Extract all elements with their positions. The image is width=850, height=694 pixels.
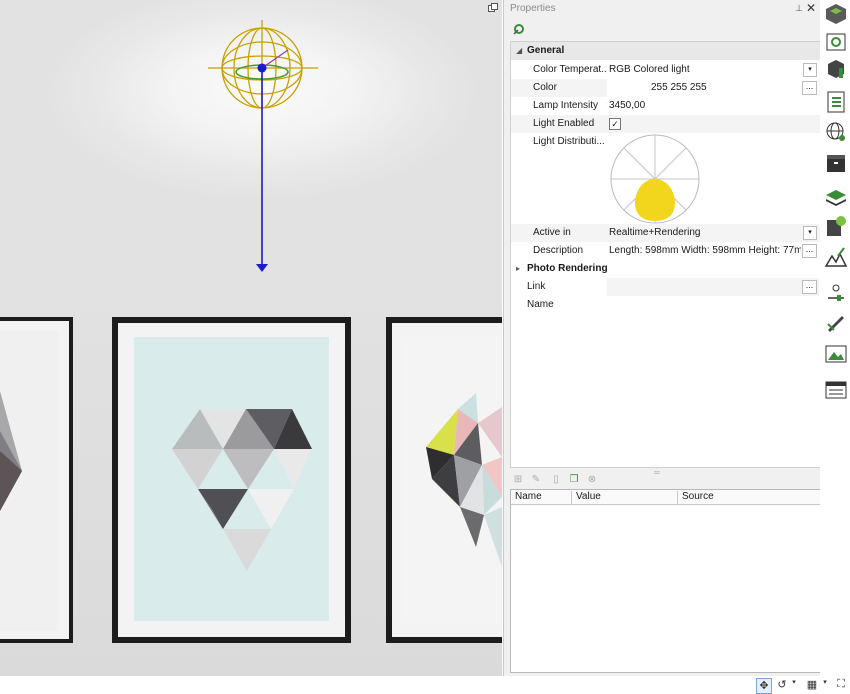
restore-window-icon[interactable] — [488, 3, 498, 12]
frame-art — [0, 331, 58, 631]
expand-arrow-icon[interactable]: ▸ — [516, 264, 520, 273]
chevron-down-icon[interactable]: ▾ — [790, 678, 798, 692]
panel-titlebar: Properties ⊥ ✕ — [504, 0, 821, 17]
edit-icon[interactable]: ✎ — [530, 474, 542, 486]
book-search-icon[interactable] — [824, 30, 848, 54]
description-field[interactable]: Length: 598mm Width: 598mm Height: 77m..… — [607, 242, 819, 260]
light-gizmo[interactable] — [200, 14, 330, 284]
heart-art-right — [426, 393, 502, 567]
archive-icon[interactable] — [824, 152, 848, 176]
ellipsis-button[interactable]: ... — [802, 81, 817, 95]
prop-value: RGB Colored light — [609, 64, 690, 75]
light-properties-icon[interactable] — [512, 22, 526, 36]
status-bar: ✥ ↺ ▾ ▦ ▾ ⛶ — [0, 676, 850, 694]
list-icon[interactable] — [824, 90, 848, 114]
prop-row-active-in[interactable]: Active in Realtime+Rendering ▾ — [511, 224, 820, 242]
section-general[interactable]: ◢ General — [511, 42, 820, 60]
prop-label: Color Temperat... — [533, 64, 610, 75]
prop-label: Color — [533, 82, 557, 93]
terrain-icon[interactable] — [824, 246, 848, 270]
column-header-name[interactable]: Name — [511, 491, 572, 504]
property-grid: ◢ General Color Temperat... RGB Colored … — [510, 41, 821, 468]
prop-label: Active in — [533, 227, 571, 238]
column-header-value[interactable]: Value — [572, 491, 678, 504]
picture-frame-left[interactable] — [0, 317, 73, 643]
prop-value: Length: 598mm Width: 598mm Height: 77m..… — [609, 245, 801, 256]
light-enabled-checkbox[interactable]: ✓ — [609, 118, 621, 130]
ellipsis-button[interactable]: ... — [802, 244, 817, 258]
material-gear-icon[interactable] — [824, 214, 848, 238]
panel-title: Properties — [510, 3, 556, 14]
prop-row-lamp-intensity[interactable]: Lamp Intensity 3450,00 — [511, 97, 820, 115]
delete-icon[interactable]: ⊗ — [586, 474, 598, 486]
prop-label: Light Enabled — [533, 118, 595, 129]
prop-row-name[interactable]: Name — [511, 296, 820, 314]
prop-label: Name — [527, 299, 554, 310]
color-temperature-select[interactable]: RGB Colored light ▾ — [607, 61, 819, 79]
light-distribution-diagram[interactable] — [609, 133, 701, 225]
lamp-intensity-field[interactable]: 3450,00 — [609, 100, 799, 111]
prop-label: Description — [533, 245, 584, 256]
chevron-down-icon[interactable]: ▾ — [803, 63, 817, 77]
picture-frame-right[interactable] — [386, 317, 502, 643]
column-header-source[interactable]: Source — [678, 491, 819, 504]
prop-row-light-distribution[interactable]: Light Distributi... — [511, 133, 820, 225]
prop-label: Lamp Intensity — [533, 100, 599, 111]
panel-toolbar — [504, 17, 821, 41]
panel-icon[interactable] — [824, 378, 848, 402]
document-icon[interactable]: ▯ — [550, 474, 562, 486]
active-in-select[interactable]: Realtime+Rendering ▾ — [607, 224, 819, 242]
prop-label: Link — [527, 281, 546, 292]
rotate-icon[interactable]: ↺ — [775, 678, 789, 692]
cube-tools-icon[interactable] — [824, 2, 848, 26]
prop-row-color-temperature[interactable]: Color Temperat... RGB Colored light ▾ — [511, 61, 820, 79]
color-field[interactable]: 255 255 255 ... — [607, 79, 819, 97]
add-item-icon[interactable]: ⊞ — [512, 474, 524, 486]
fullscreen-icon[interactable]: ⛶ — [834, 678, 848, 692]
panel-splitter[interactable]: ═ — [654, 468, 668, 477]
attribute-table: Name Value Source — [510, 489, 821, 673]
prop-label: Light Distributi... — [533, 136, 605, 147]
frame-art — [134, 337, 329, 621]
link-field[interactable]: ... — [607, 278, 819, 296]
right-sidebar — [820, 0, 850, 676]
object-info-icon[interactable] — [824, 58, 848, 82]
globe-icon[interactable] — [824, 120, 848, 144]
layers-icon[interactable] — [824, 186, 848, 210]
close-icon[interactable]: ✕ — [806, 1, 816, 15]
picture-frame-center[interactable] — [112, 317, 351, 643]
light-adjust-icon[interactable] — [824, 280, 848, 304]
prop-row-link[interactable]: Link ... — [511, 278, 820, 296]
diamond-art-left — [0, 391, 22, 511]
prop-value: Realtime+Rendering — [609, 227, 701, 238]
section-label: General — [527, 45, 565, 56]
section-label: Photo Rendering — [527, 263, 608, 274]
prop-row-color[interactable]: Color 255 255 255 ... — [511, 79, 820, 97]
chevron-down-icon[interactable]: ▾ — [803, 226, 817, 240]
frame-art — [406, 337, 502, 623]
ellipsis-button[interactable]: ... — [802, 280, 817, 294]
move-icon[interactable]: ✥ — [756, 678, 772, 694]
pen-tool-icon[interactable] — [824, 310, 848, 334]
prop-row-light-enabled[interactable]: Light Enabled ✓ — [511, 115, 820, 133]
bottom-toolbar: ⊞ ✎ ▯ ❐ ⊗ — [510, 472, 820, 490]
image-icon[interactable] — [824, 342, 848, 366]
section-photo-rendering[interactable]: ▸ Photo Rendering — [511, 260, 820, 278]
3d-viewport[interactable] — [0, 0, 502, 676]
table-header: Name Value Source — [511, 490, 820, 505]
pin-icon[interactable]: ⊥ — [795, 3, 803, 14]
chevron-down-icon[interactable]: ▾ — [821, 678, 829, 692]
prop-row-description[interactable]: Description Length: 598mm Width: 598mm H… — [511, 242, 820, 260]
grid-icon[interactable]: ▦ — [805, 678, 819, 692]
collapse-arrow-icon[interactable]: ◢ — [516, 46, 522, 55]
copy-icon[interactable]: ❐ — [568, 474, 580, 486]
diamond-art-center — [172, 409, 312, 571]
properties-panel: Properties ⊥ ✕ ◢ General Color Temperat.… — [503, 0, 821, 676]
